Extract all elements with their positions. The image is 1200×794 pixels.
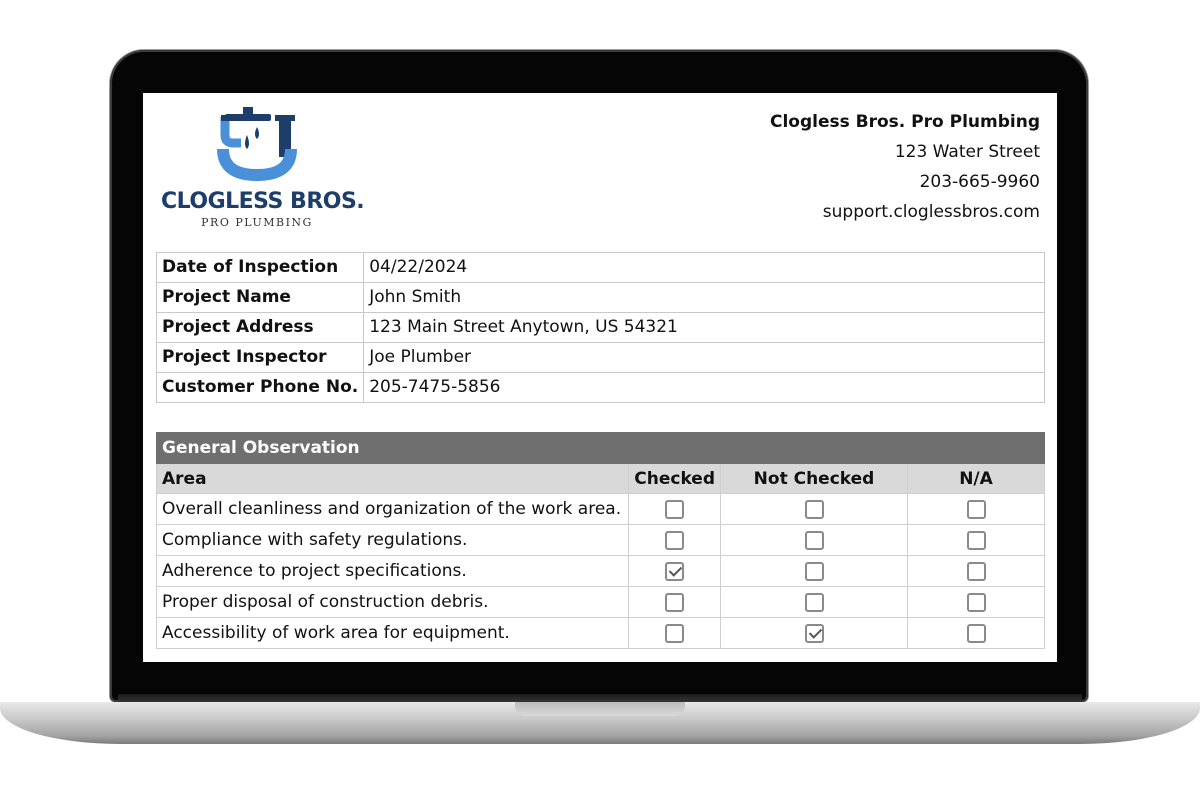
info-row: Project Address 123 Main Street Anytown,…	[155, 312, 1045, 343]
table-row: Accessibility of work area for equipment…	[155, 617, 1045, 649]
faucet-pipe-icon	[217, 107, 297, 182]
checkbox-cell	[720, 493, 908, 525]
info-label: Project Address	[155, 312, 365, 343]
table-row: Proper disposal of construction debris.	[155, 586, 1045, 618]
checkbox-cell	[628, 617, 721, 649]
logo-brand-text: CLOGLESS BROS.	[161, 189, 365, 214]
checkbox-cell	[628, 493, 721, 525]
checkbox-not-checked[interactable]	[804, 561, 824, 581]
info-row: Date of Inspection 04/22/2024	[155, 252, 1045, 283]
info-value[interactable]: Joe Plumber	[363, 342, 1045, 373]
checkbox-cell	[720, 524, 908, 556]
logo-sub-text: PRO PLUMBING	[201, 216, 313, 229]
checkbox-cell	[907, 493, 1045, 525]
info-value[interactable]: John Smith	[363, 282, 1045, 313]
checkbox-cell	[628, 524, 721, 556]
observation-table: General Observation Area Checked Not Che…	[155, 432, 1045, 649]
checkbox-checked[interactable]	[665, 623, 685, 643]
column-header-row: Area Checked Not Checked N/A	[155, 463, 1045, 494]
checkbox-na[interactable]	[966, 592, 986, 612]
company-email[interactable]: support.cloglessbros.com	[770, 197, 1040, 227]
laptop-notch	[515, 702, 685, 716]
column-header-area: Area	[155, 463, 630, 494]
table-row: Overall cleanliness and organization of …	[155, 493, 1045, 525]
info-label: Project Inspector	[155, 342, 365, 373]
checkbox-not-checked[interactable]	[804, 623, 824, 643]
observation-area: Overall cleanliness and organization of …	[155, 493, 630, 525]
checkbox-cell	[907, 586, 1045, 618]
checkbox-not-checked[interactable]	[804, 530, 824, 550]
company-contact: Clogless Bros. Pro Plumbing 123 Water St…	[770, 107, 1040, 227]
checkbox-cell	[720, 555, 908, 587]
info-value[interactable]: 04/22/2024	[363, 252, 1045, 283]
checkbox-checked[interactable]	[665, 592, 685, 612]
observation-area: Compliance with safety regulations.	[155, 524, 630, 556]
checkbox-cell	[720, 586, 908, 618]
checkbox-na[interactable]	[966, 561, 986, 581]
checkbox-na[interactable]	[966, 499, 986, 519]
table-row: Adherence to project specifications.	[155, 555, 1045, 587]
observation-rows: Overall cleanliness and organization of …	[155, 493, 1045, 649]
info-label: Date of Inspection	[155, 252, 365, 283]
column-header-not-checked: Not Checked	[720, 463, 908, 494]
checkbox-na[interactable]	[966, 623, 986, 643]
checkbox-cell	[628, 586, 721, 618]
checkbox-cell	[907, 524, 1045, 556]
info-value[interactable]: 205-7475-5856	[363, 372, 1045, 403]
company-name: Clogless Bros. Pro Plumbing	[770, 112, 1040, 132]
checkbox-not-checked[interactable]	[804, 592, 824, 612]
info-value[interactable]: 123 Main Street Anytown, US 54321	[363, 312, 1045, 343]
section-title: General Observation	[156, 432, 1045, 464]
column-header-na: N/A	[907, 463, 1045, 494]
observation-area: Adherence to project specifications.	[155, 555, 630, 587]
checkbox-cell	[907, 617, 1045, 649]
laptop-screen: CLOGLESS BROS. PRO PLUMBING Clogless Bro…	[143, 93, 1057, 662]
company-street: 123 Water Street	[894, 142, 1040, 162]
company-logo: CLOGLESS BROS. PRO PLUMBING	[161, 105, 365, 229]
checkbox-checked[interactable]	[665, 530, 685, 550]
observation-area: Proper disposal of construction debris.	[155, 586, 630, 618]
checkbox-cell	[907, 555, 1045, 587]
checkbox-not-checked[interactable]	[804, 499, 824, 519]
table-row: Compliance with safety regulations.	[155, 524, 1045, 556]
company-phone: 203-665-9960	[919, 172, 1040, 192]
info-label: Customer Phone No.	[155, 372, 365, 403]
checkbox-cell	[628, 555, 721, 587]
checkbox-na[interactable]	[966, 530, 986, 550]
info-row: Customer Phone No. 205-7475-5856	[155, 372, 1045, 403]
inspection-info-table: Date of Inspection 04/22/2024 Project Na…	[155, 252, 1045, 403]
checkbox-cell	[720, 617, 908, 649]
column-header-checked: Checked	[628, 463, 721, 494]
info-row: Project Name John Smith	[155, 282, 1045, 313]
info-label: Project Name	[155, 282, 365, 313]
observation-area: Accessibility of work area for equipment…	[155, 617, 630, 649]
info-row: Project Inspector Joe Plumber	[155, 342, 1045, 373]
section-header-row: General Observation	[156, 432, 1045, 464]
checkbox-checked[interactable]	[665, 499, 685, 519]
checkbox-checked[interactable]	[665, 561, 685, 581]
